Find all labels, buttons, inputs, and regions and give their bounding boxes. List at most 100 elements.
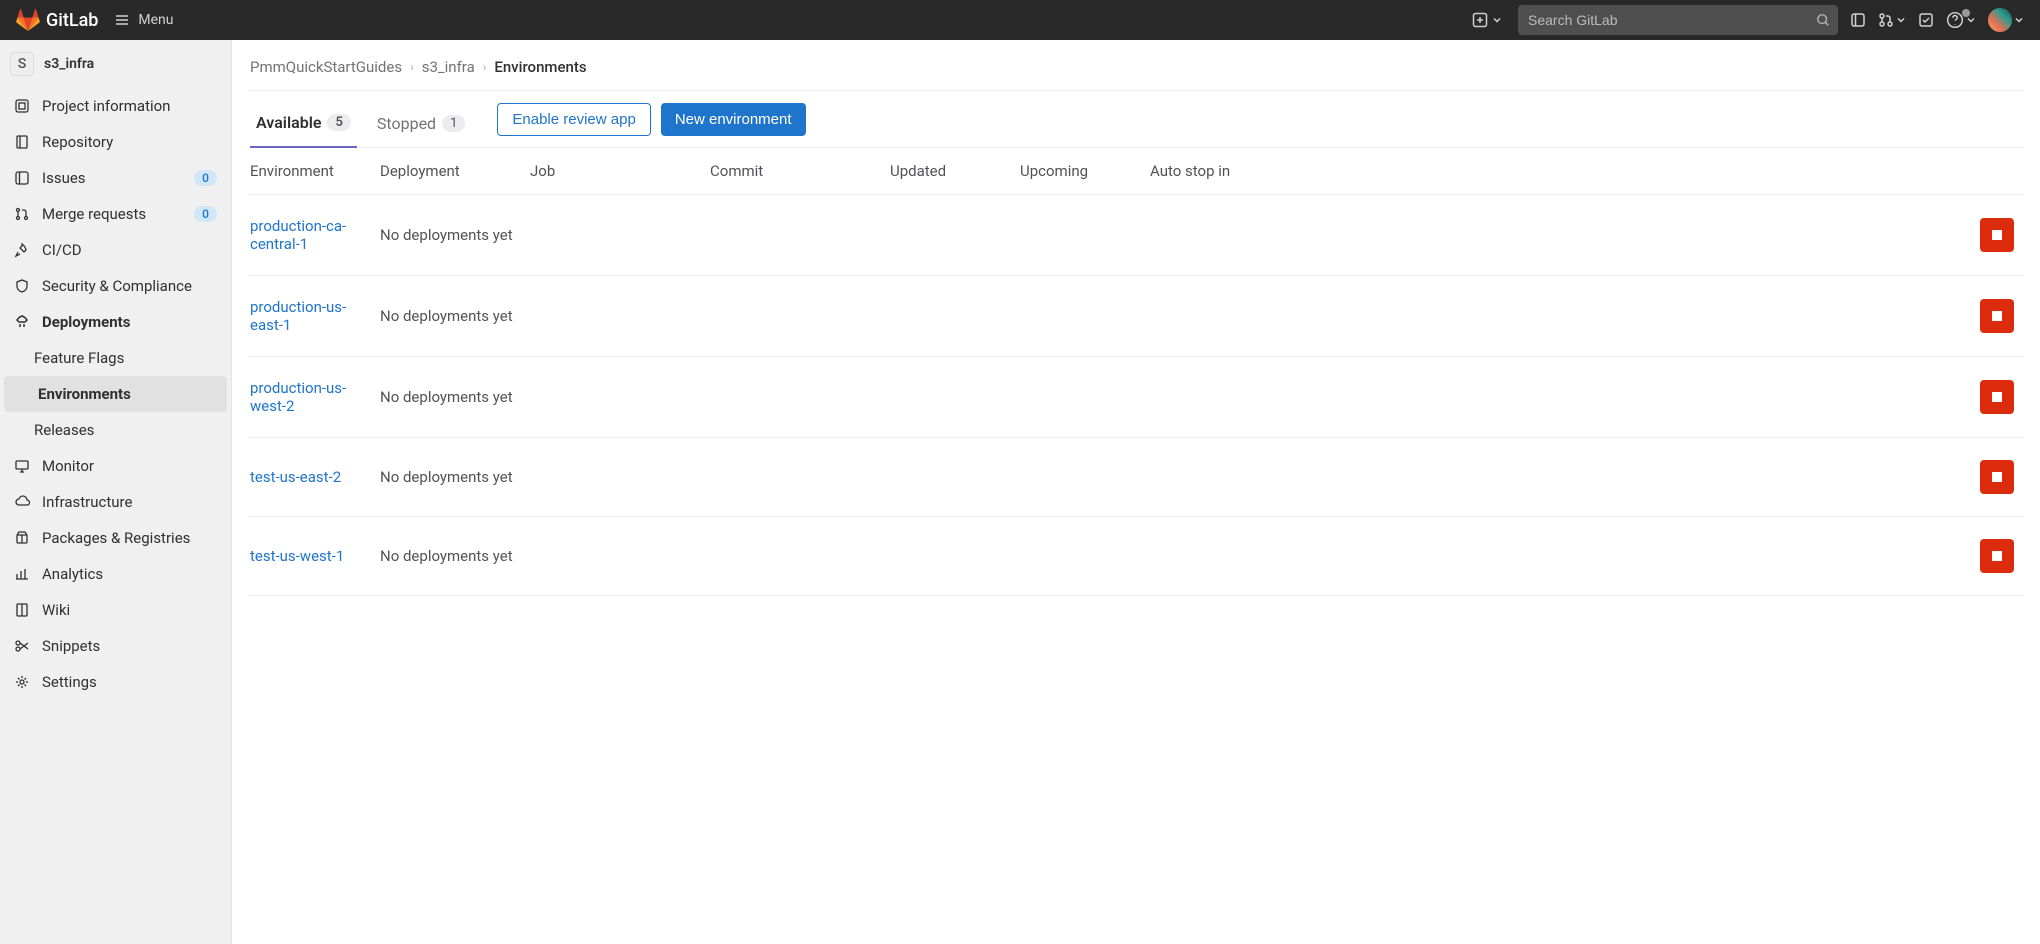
hamburger-icon [114, 12, 130, 28]
col-actions [1980, 148, 2022, 195]
table-row: production-us-west-2 No deployments yet [250, 357, 2022, 438]
stop-icon [1992, 230, 2002, 240]
sidebar-item-packages[interactable]: Packages & Registries [0, 520, 231, 556]
stop-environment-button[interactable] [1980, 299, 2014, 333]
cloud-icon [14, 494, 30, 510]
environment-link[interactable]: production-ca-central-1 [250, 217, 346, 253]
sidebar-label: Feature Flags [34, 349, 124, 367]
sidebar-item-repository[interactable]: Repository [0, 124, 231, 160]
issues-count-badge: 0 [194, 170, 217, 186]
sidebar-label: Repository [42, 133, 113, 151]
menu-button[interactable]: Menu [114, 12, 173, 28]
table-row: test-us-west-1 No deployments yet [250, 517, 2022, 596]
sidebar-item-cicd[interactable]: CI/CD [0, 232, 231, 268]
breadcrumb-project[interactable]: s3_infra [422, 58, 475, 76]
top-navbar: GitLab Menu [0, 0, 2040, 40]
sidebar-item-deployments[interactable]: Deployments [0, 304, 231, 340]
deployment-status: No deployments yet [380, 357, 1980, 438]
todos-icon[interactable] [1918, 12, 1934, 28]
breadcrumb-group[interactable]: PmmQuickStartGuides [250, 58, 402, 76]
sidebar-item-feature-flags[interactable]: Feature Flags [0, 340, 231, 376]
col-job: Job [530, 148, 710, 195]
sidebar-item-issues[interactable]: Issues 0 [0, 160, 231, 196]
tab-count: 1 [442, 115, 465, 132]
sidebar-item-settings[interactable]: Settings [0, 664, 231, 700]
col-updated: Updated [890, 148, 1020, 195]
search-input[interactable] [1518, 5, 1838, 35]
stop-environment-button[interactable] [1980, 460, 2014, 494]
chart-icon [14, 566, 30, 582]
deployment-status: No deployments yet [380, 276, 1980, 357]
sidebar-label: Releases [34, 421, 94, 439]
chevron-down-icon [1896, 15, 1906, 25]
col-upcoming: Upcoming [1020, 148, 1150, 195]
col-auto-stop: Auto stop in [1150, 148, 1980, 195]
main-content: PmmQuickStartGuides › s3_infra › Environ… [232, 40, 2040, 944]
sidebar-label: Packages & Registries [42, 529, 190, 547]
sidebar-label: Merge requests [42, 205, 146, 223]
tab-count: 5 [327, 114, 350, 131]
sidebar-label: Security & Compliance [42, 277, 192, 295]
mr-count-badge: 0 [194, 206, 217, 222]
gear-icon [14, 674, 30, 690]
sidebar-label: Project information [42, 97, 170, 115]
environment-link[interactable]: test-us-east-2 [250, 468, 341, 486]
book-icon [14, 602, 30, 618]
sidebar-item-analytics[interactable]: Analytics [0, 556, 231, 592]
tab-stopped[interactable]: Stopped 1 [371, 102, 472, 147]
environments-table: Environment Deployment Job Commit Update… [250, 148, 2022, 596]
issues-icon[interactable] [1850, 12, 1866, 28]
deployment-status: No deployments yet [380, 438, 1980, 517]
sidebar-item-infrastructure[interactable]: Infrastructure [0, 484, 231, 520]
deploy-icon [14, 314, 30, 330]
project-avatar: S [10, 52, 34, 76]
stop-icon [1992, 472, 2002, 482]
chevron-down-icon [1492, 15, 1502, 25]
plus-box-icon [1472, 12, 1488, 28]
sidebar-item-merge-requests[interactable]: Merge requests 0 [0, 196, 231, 232]
tab-available[interactable]: Available 5 [250, 101, 357, 148]
sidebar-item-security[interactable]: Security & Compliance [0, 268, 231, 304]
stop-environment-button[interactable] [1980, 218, 2014, 252]
stop-environment-button[interactable] [1980, 380, 2014, 414]
monitor-icon [14, 458, 30, 474]
sidebar-item-project-info[interactable]: Project information [0, 88, 231, 124]
sidebar-label: Infrastructure [42, 493, 132, 511]
stop-icon [1992, 551, 2002, 561]
project-name: s3_infra [44, 56, 94, 72]
sidebar-label: Settings [42, 673, 97, 691]
tabs-row: Available 5 Stopped 1 Enable review app … [250, 91, 2022, 148]
tab-label: Available [256, 113, 321, 132]
sidebar-item-monitor[interactable]: Monitor [0, 448, 231, 484]
sidebar-label: Analytics [42, 565, 103, 583]
deployment-status: No deployments yet [380, 517, 1980, 596]
gitlab-logo[interactable]: GitLab [16, 8, 98, 32]
sidebar-label: Issues [42, 169, 86, 187]
avatar [1988, 8, 2012, 32]
sidebar-label: Snippets [42, 637, 100, 655]
scissors-icon [14, 638, 30, 654]
sidebar-item-wiki[interactable]: Wiki [0, 592, 231, 628]
stop-environment-button[interactable] [1980, 539, 2014, 573]
notification-dot [1962, 9, 1970, 17]
environment-link[interactable]: test-us-west-1 [250, 547, 344, 565]
sidebar: S s3_infra Project information Repositor… [0, 40, 232, 944]
enable-review-app-button[interactable]: Enable review app [497, 103, 650, 136]
sidebar-label: Wiki [42, 601, 70, 619]
merge-requests-icon[interactable] [1878, 12, 1906, 28]
issues-icon [14, 170, 30, 186]
breadcrumb-page: Environments [494, 58, 586, 76]
user-menu[interactable] [1988, 8, 2024, 32]
create-button[interactable] [1468, 8, 1506, 32]
rocket-icon [14, 242, 30, 258]
project-header[interactable]: S s3_infra [0, 40, 231, 88]
tanuki-icon [16, 8, 40, 32]
environment-link[interactable]: production-us-west-2 [250, 379, 346, 415]
environment-link[interactable]: production-us-east-1 [250, 298, 346, 334]
help-icon[interactable] [1946, 11, 1976, 29]
shield-icon [14, 278, 30, 294]
sidebar-item-releases[interactable]: Releases [0, 412, 231, 448]
sidebar-item-environments[interactable]: Environments [4, 376, 227, 412]
new-environment-button[interactable]: New environment [661, 103, 806, 136]
sidebar-item-snippets[interactable]: Snippets [0, 628, 231, 664]
